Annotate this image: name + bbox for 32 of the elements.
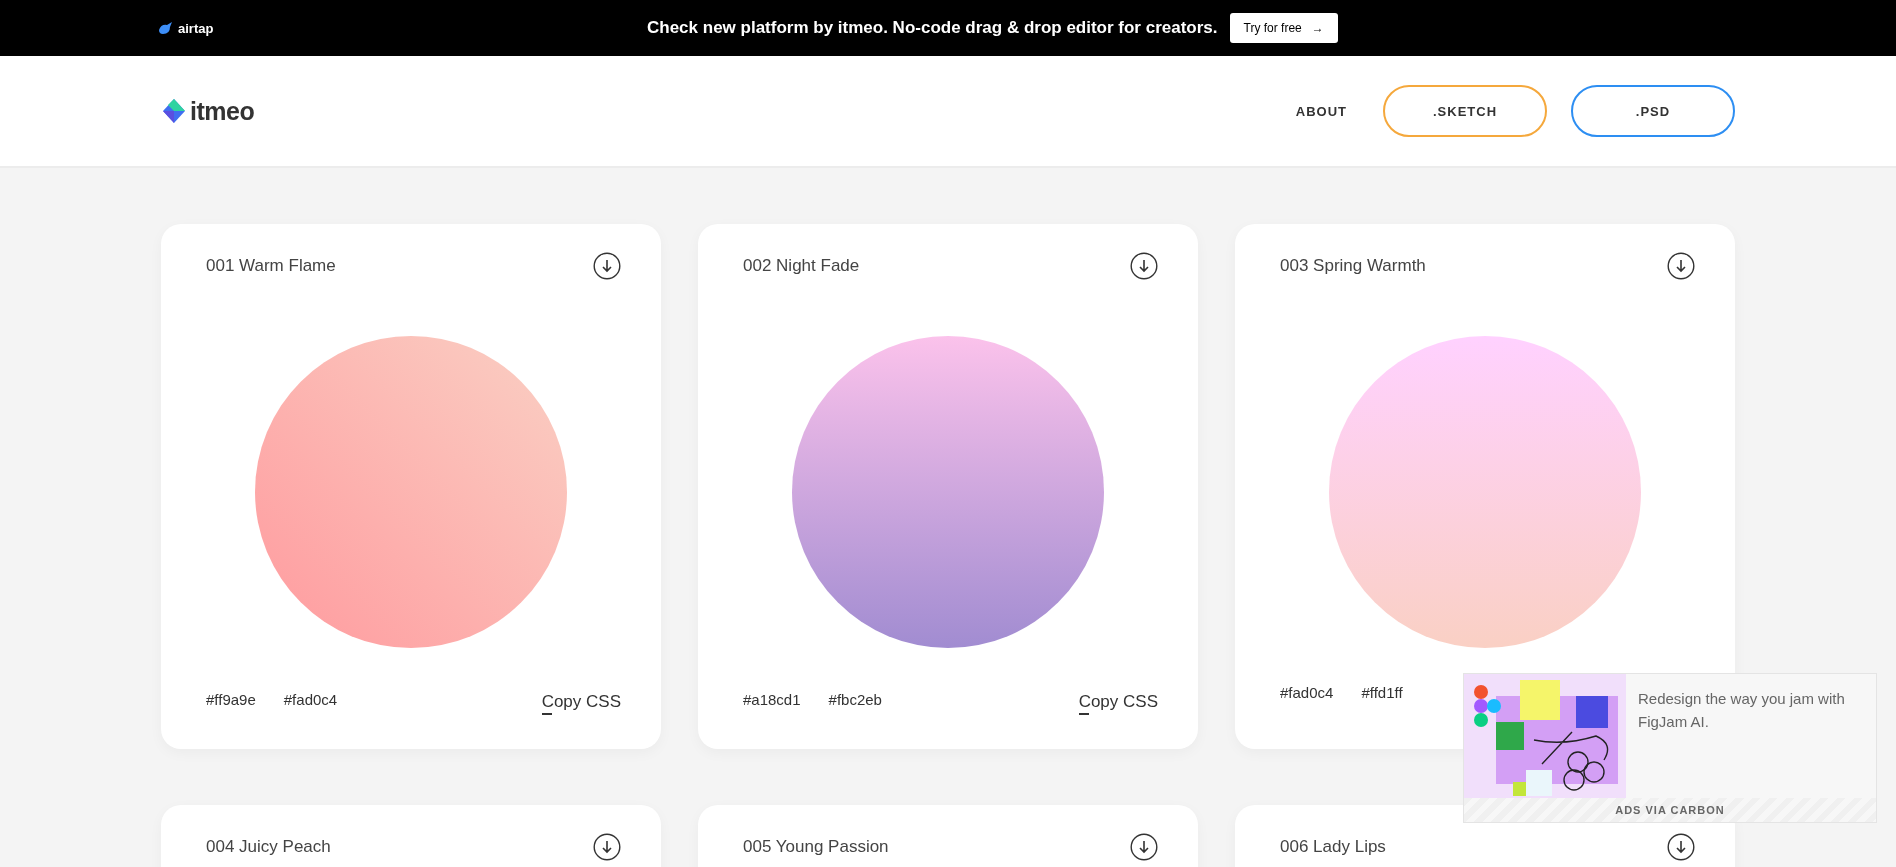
hex-code: #fbc2eb bbox=[828, 690, 882, 708]
ad-text[interactable]: Redesign the way you jam with FigJam AI. bbox=[1626, 674, 1876, 798]
ad-footer[interactable]: ADS VIA CARBON bbox=[1464, 798, 1876, 822]
gradient-title: 002 Night Fade bbox=[743, 256, 860, 276]
try-button[interactable]: Try for free → bbox=[1229, 13, 1338, 43]
bird-icon bbox=[158, 21, 174, 35]
copy-css-button[interactable]: Copy CSS bbox=[541, 692, 621, 714]
copy-css-button[interactable]: Copy CSS bbox=[1078, 692, 1158, 714]
download-icon[interactable] bbox=[1667, 833, 1695, 861]
download-button[interactable]: .SKETCH bbox=[1383, 85, 1547, 137]
download-button[interactable]: .PSD bbox=[1571, 85, 1735, 137]
nav-link[interactable]: ABOUT bbox=[1295, 103, 1347, 119]
ad-panel[interactable]: Redesign the way you jam with FigJam AI. ADS VIA CARBON bbox=[1463, 673, 1877, 823]
promo-message: Check new platform by itmeo. No-code drag & drop editor for creators. bbox=[647, 18, 1218, 38]
brand-name[interactable]: airtap bbox=[178, 20, 214, 36]
download-icon[interactable] bbox=[593, 833, 621, 861]
download-icon[interactable] bbox=[1667, 252, 1695, 280]
diamond-logo-icon[interactable] bbox=[162, 98, 186, 124]
gradient-title: 006 Lady Lips bbox=[1280, 837, 1386, 857]
download-icon[interactable] bbox=[1130, 833, 1158, 861]
hex-code: #ff9a9e bbox=[206, 690, 256, 708]
hex-code: #ffd1ff bbox=[1361, 684, 1403, 701]
hex-code: #fad0c4 bbox=[1280, 684, 1334, 701]
gradient-title: 004 Juicy Peach bbox=[206, 837, 331, 857]
gradient-title: 003 Spring Warmth bbox=[1280, 256, 1426, 276]
gradient-title: 005 Young Passion bbox=[743, 837, 889, 857]
download-icon[interactable] bbox=[1130, 252, 1158, 280]
hex-code: #fad0c4 bbox=[283, 690, 338, 708]
gradient-title: 001 Warm Flame bbox=[206, 256, 336, 276]
site-logo[interactable]: itmeo bbox=[190, 96, 255, 126]
download-icon[interactable] bbox=[593, 252, 621, 280]
hex-code: #a18cd1 bbox=[743, 690, 801, 708]
